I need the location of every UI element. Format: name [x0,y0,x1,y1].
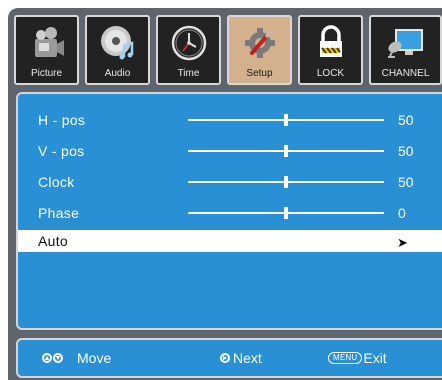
tab-label: Picture [30,68,63,79]
tab-label: CHANNEL [381,68,430,79]
setting-value: 0 [398,205,406,221]
slider-knob[interactable] [284,114,288,126]
tab-label: Setup [246,68,273,79]
tab-setup[interactable]: Setup [227,15,292,85]
tools-icon [240,23,280,68]
tab-label: LOCK [316,68,345,79]
setup-panel: H - pos 50 V - pos 50 Clock 50 Phase 0 A… [16,92,442,330]
tab-bar: Picture Audio Time Setup LOCK CHANNEL [14,15,442,85]
move-label: Move [77,350,112,366]
up-button-icon [42,353,52,363]
setting-row-clock[interactable]: Clock 50 [18,170,442,194]
setting-value: 50 [398,112,414,128]
setting-row-phase[interactable]: Phase 0 [18,201,442,225]
setting-row-vpos[interactable]: V - pos 50 [18,139,442,163]
cd-disc-icon [98,23,138,68]
tab-time[interactable]: Time [156,15,221,85]
tab-label: Time [177,68,200,79]
clock-icon [169,23,209,68]
tab-audio[interactable]: Audio [85,15,150,85]
tab-lock[interactable]: LOCK [298,15,363,85]
setting-label: V - pos [38,143,85,159]
menu-key-icon: MENU [328,352,363,364]
setting-value: 50 [398,143,414,159]
tab-picture[interactable]: Picture [14,15,79,85]
padlock-icon [311,23,351,68]
right-button-icon [220,353,230,363]
move-hint: Move [42,350,111,366]
slider-knob[interactable] [284,207,288,219]
camera-icon [27,23,67,68]
slider-track[interactable] [188,145,384,157]
slider-track[interactable] [188,207,384,219]
setting-label: Phase [38,205,80,221]
tab-label: Audio [104,68,131,79]
footer-hints: Move Next MENU Exit [16,338,442,378]
slider-knob[interactable] [284,176,288,188]
setting-value: 50 [398,174,414,190]
setting-row-hpos[interactable]: H - pos 50 [18,108,442,132]
submenu-arrow-icon: ➤ [397,235,408,250]
setting-row-auto[interactable]: Auto ➤ [18,230,442,252]
next-label: Next [233,350,262,366]
tab-channel[interactable]: CHANNEL [369,15,442,85]
down-button-icon [53,353,63,363]
setting-label: H - pos [38,112,86,128]
setting-label: Clock [38,174,75,190]
setting-label: Auto [38,233,68,249]
slider-track[interactable] [188,114,384,126]
exit-label: Exit [363,350,387,366]
slider-track[interactable] [188,176,384,188]
next-hint: Next [220,350,262,366]
exit-hint: MENU Exit [328,350,387,366]
slider-knob[interactable] [284,145,288,157]
satellite-dish-icon [385,23,427,68]
